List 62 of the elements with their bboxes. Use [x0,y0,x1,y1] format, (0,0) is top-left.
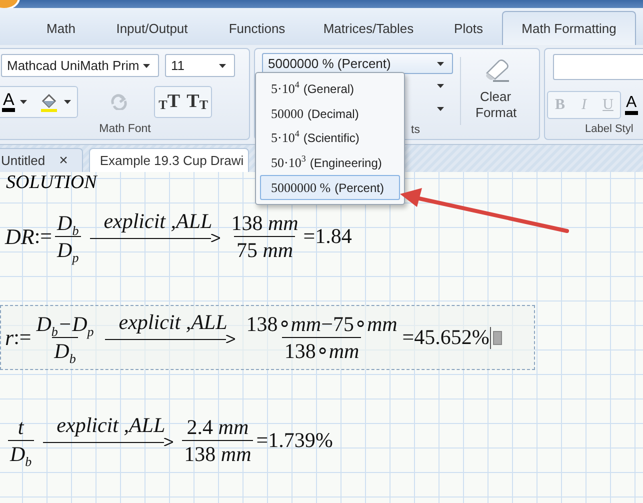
caret-icon [437,62,444,66]
variable-name: r [5,324,14,350]
equals-operator: = [303,224,316,249]
font-size-dropdown[interactable]: 11 [165,54,235,77]
decrease-font-button[interactable]: TT [183,88,212,116]
menu-item[interactable]: 50·10$^{3}$ (Engineering) [260,150,400,176]
fraction-numerator: t [16,414,25,440]
ribbon-tab[interactable]: Math [30,11,92,45]
fraction-denominator: 75 mm [234,236,296,263]
group-label: Label Styl [585,123,634,135]
fraction-denominator: D$_{b}$ [8,440,34,467]
assign-operator: := [14,325,32,350]
keyword-label: explicit ,ALL [56,413,166,438]
caret-icon [64,100,72,104]
equals-operator: = [402,325,414,350]
label-color-button[interactable]: A [625,91,638,119]
ribbon-tab[interactable]: Math Formatting [502,11,636,45]
equals-operator: = [256,428,268,453]
math-region[interactable]: r:= D$_{b}$−D$_{p}$ D$_{b}$ explicit ,ALL 138∘mm−75∘mm 138∘mm =45.652% [0,305,535,370]
ribbon-tab[interactable]: Functions [212,11,302,45]
fraction-denominator: 138∘mm [282,337,362,364]
increase-font-button[interactable]: TT [155,88,184,116]
keyword-label: explicit ,ALL [118,310,228,335]
ribbon-tab[interactable]: Matrices/Tables [302,11,435,45]
fraction-denominator: 138 mm [182,440,254,467]
fraction-numerator: 138 mm [230,210,300,236]
group-label: Math Font [99,123,151,135]
ribbon-tab[interactable]: Input/Output [92,11,212,45]
menu-item[interactable]: 5·10$^{4}$ (General) [260,77,400,102]
fraction-numerator: 2.4 mm [186,414,250,440]
assign-operator: := [34,224,52,249]
fraction-numerator: 138∘mm−75∘mm [245,311,398,337]
section-heading: SOLUTION [5,172,99,194]
caret-icon [437,84,444,88]
variable-name: DR [5,224,34,250]
fraction-numerator: D$_{b}$ [56,210,80,236]
font-dropdown[interactable]: Mathcad UniMath Prim [1,54,159,77]
caret-icon [437,107,444,111]
result-value: 1.84 [315,224,352,249]
result-value: 1.739% [268,428,333,453]
menu-item[interactable]: 50000 (Decimal) [260,102,400,126]
paint-bucket-icon [39,92,60,112]
keyword-label: explicit ,ALL [102,209,214,234]
document-tab[interactable]: Example 19.3 Cup Drawi [88,148,249,172]
caret-icon [219,64,226,68]
caret-icon [20,100,28,104]
menu-item[interactable]: 5·10$^{4}$ (Scientific) [260,126,400,151]
math-region[interactable]: t D$_{b}$ explicit ,ALL 2.4 mm 138 mm =1.739% [0,408,340,473]
ribbon-tab[interactable]: Plots [435,11,502,45]
menu-item[interactable]: 5000000 % (Percent) [260,175,400,200]
placeholder-icon [493,330,502,344]
fraction-denominator: D$_{p}$ [55,236,81,263]
document-tab[interactable]: Untitled × [0,148,83,172]
fraction-denominator: D$_{b}$ [52,337,78,364]
style-name-field[interactable] [553,54,643,80]
result-value: 45.652% [414,325,490,350]
caret-icon [143,64,150,68]
fraction-numerator: D$_{b}$−D$_{p}$ [35,311,95,337]
close-icon[interactable]: × [59,152,68,169]
result-format-dropdown[interactable]: 5000000 % (Percent) [262,53,453,74]
clear-format-button[interactable]: Clear Format [460,57,530,125]
group-label: ts [411,124,420,136]
